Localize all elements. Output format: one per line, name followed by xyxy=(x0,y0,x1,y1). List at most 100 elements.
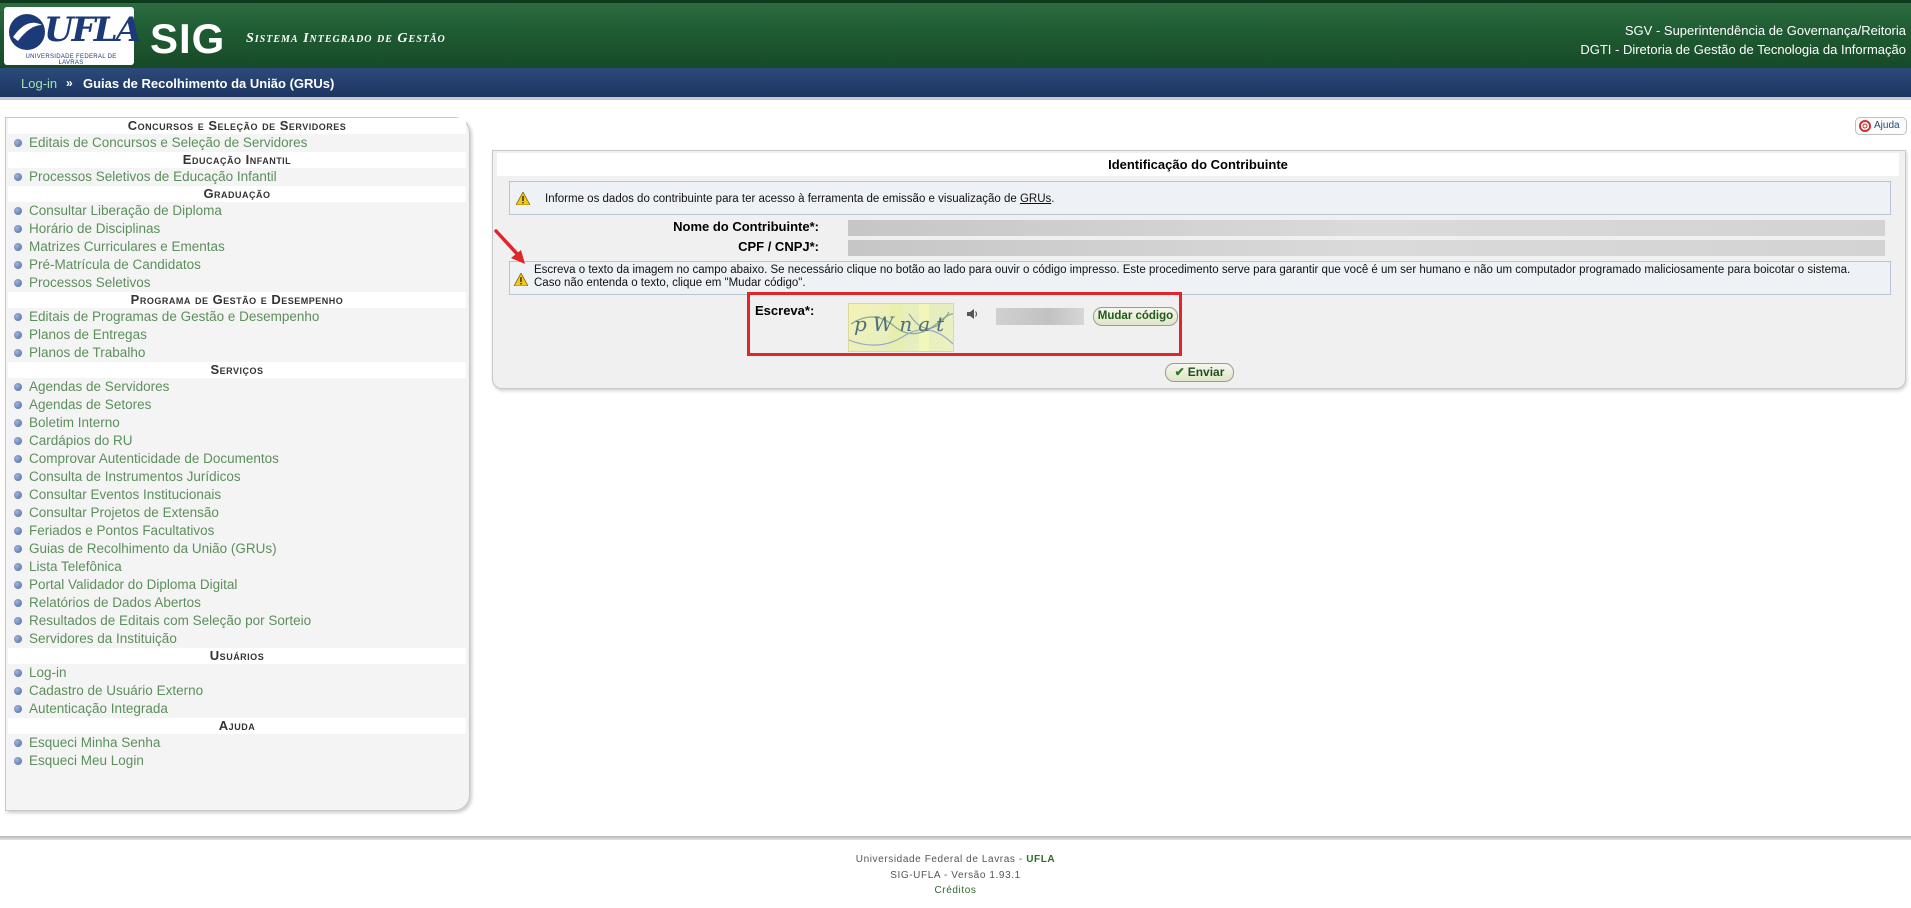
bullet-icon xyxy=(14,331,22,339)
bullet-icon xyxy=(14,617,22,625)
ufla-swirl-icon xyxy=(9,14,45,50)
sidebar-item-esqueci-senha[interactable]: Esqueci Minha Senha xyxy=(6,734,469,752)
bullet-icon xyxy=(14,225,22,233)
grus-link[interactable]: GRUs xyxy=(1020,193,1051,205)
captcha-image-text: pWnat xyxy=(854,312,951,336)
sidebar-item-feriados[interactable]: Feriados e Pontos Facultativos xyxy=(6,522,469,540)
sidebar-item-esqueci-login[interactable]: Esqueci Meu Login xyxy=(6,752,469,770)
sidebar-item-processos-educacao-infantil[interactable]: Processos Seletivos de Educação Infantil xyxy=(6,168,469,186)
bullet-icon xyxy=(14,473,22,481)
bullet-icon xyxy=(14,207,22,215)
footer: Universidade Federal de Lavras - UFLA SI… xyxy=(0,852,1911,899)
bullet-icon xyxy=(14,279,22,287)
bullet-icon xyxy=(14,739,22,747)
bullet-icon xyxy=(14,383,22,391)
sidebar-item-agendas-servidores[interactable]: Agendas de Servidores xyxy=(6,378,469,396)
sidebar-item-servidores-instituicao[interactable]: Servidores da Instituição xyxy=(6,630,469,648)
speaker-icon[interactable] xyxy=(965,307,979,321)
cpf-cnpj-input[interactable] xyxy=(848,240,1885,256)
captcha-image: pWnat xyxy=(848,303,954,352)
section-ajuda-title: Ajuda xyxy=(8,718,466,734)
sidebar-item-resultados-sorteio[interactable]: Resultados de Editais com Seleção por So… xyxy=(6,612,469,630)
bullet-icon xyxy=(14,687,22,695)
contribuinte-name-input[interactable] xyxy=(848,220,1885,236)
breadcrumb-current: Guias de Recolhimento da União (GRUs) xyxy=(83,76,335,91)
sidebar-item-eventos-institucionais[interactable]: Consultar Eventos Institucionais xyxy=(6,486,469,504)
captcha-help-line-1: Escreva o texto da imagem no campo abaix… xyxy=(534,264,1851,276)
bullet-icon xyxy=(14,509,22,517)
sidebar-item-planos-trabalho[interactable]: Planos de Trabalho xyxy=(6,344,469,362)
bullet-icon xyxy=(14,455,22,463)
footer-university: Universidade Federal de Lavras - UFLA xyxy=(855,854,1056,865)
sidebar-item-cardapios-ru[interactable]: Cardápios do RU xyxy=(6,432,469,450)
sidebar-item-projetos-extensao[interactable]: Consultar Projetos de Extensão xyxy=(6,504,469,522)
header-institution-info: SGV - Superintendência de Governança/Rei… xyxy=(1580,21,1906,59)
sidebar-menu: Concursos e Seleção de Servidores Editai… xyxy=(5,117,470,811)
submit-button-label: Enviar xyxy=(1187,365,1225,379)
bullet-icon xyxy=(14,757,22,765)
bullet-icon xyxy=(14,349,22,357)
help-button[interactable]: Ajuda xyxy=(1855,117,1907,135)
bullet-icon xyxy=(14,669,22,677)
section-concursos-title: Concursos e Seleção de Servidores xyxy=(8,118,466,134)
captcha-label: Escreva*: xyxy=(755,303,815,318)
bullet-icon xyxy=(14,401,22,409)
sidebar-item-pre-matricula[interactable]: Pré-Matrícula de Candidatos xyxy=(6,256,469,274)
form-title: Identificação do Contribuinte xyxy=(497,153,1899,176)
app-title: SIG xyxy=(150,15,226,62)
breadcrumb: Log-in » Guias de Recolhimento da União … xyxy=(0,68,1911,100)
change-code-button[interactable]: Mudar código xyxy=(1093,307,1178,326)
bullet-icon xyxy=(14,599,22,607)
sidebar-item-agendas-setores[interactable]: Agendas de Setores xyxy=(6,396,469,414)
ufla-logo[interactable]: UFLA UNIVERSIDADE FEDERAL DE LAVRAS xyxy=(4,7,142,66)
section-pgd-title: Programa de Gestão e Desempenho xyxy=(8,292,466,308)
contribuinte-form: Identificação do Contribuinte Informe os… xyxy=(492,150,1906,389)
footer-credits-link[interactable]: Créditos xyxy=(0,883,1911,899)
footer-version: SIG-UFLA - Versão 1.93.1 xyxy=(890,869,1021,881)
info-text: Informe os dados do contribuinte para te… xyxy=(545,193,1020,205)
bullet-icon xyxy=(14,261,22,269)
bullet-icon xyxy=(14,491,22,499)
sidebar-item-editais-concursos[interactable]: Editais de Concursos e Seleção de Servid… xyxy=(6,134,469,152)
bullet-icon xyxy=(14,173,22,181)
header: UFLA UNIVERSIDADE FEDERAL DE LAVRAS SIG … xyxy=(0,0,1911,68)
sidebar-item-dados-abertos[interactable]: Relatórios de Dados Abertos xyxy=(6,594,469,612)
sidebar-item-boletim-interno[interactable]: Boletim Interno xyxy=(6,414,469,432)
sidebar-item-autenticacao-integrada[interactable]: Autenticação Integrada xyxy=(6,700,469,718)
logo-subtitle: UNIVERSIDADE FEDERAL DE LAVRAS xyxy=(25,54,117,66)
info-text-end: . xyxy=(1051,193,1055,205)
bullet-icon xyxy=(14,581,22,589)
breadcrumb-separator: » xyxy=(66,76,73,90)
sidebar-item-instrumentos-juridicos[interactable]: Consulta de Instrumentos Jurídicos xyxy=(6,468,469,486)
bullet-icon xyxy=(14,437,22,445)
sidebar-item-grus[interactable]: Guias de Recolhimento da União (GRUs) xyxy=(6,540,469,558)
section-graduacao-title: Graduação xyxy=(8,186,466,202)
bullet-icon xyxy=(14,419,22,427)
header-line-1: SGV - Superintendência de Governança/Rei… xyxy=(1624,23,1906,38)
breadcrumb-login-link[interactable]: Log-in xyxy=(21,76,57,91)
sidebar-item-login[interactable]: Log-in xyxy=(6,664,469,682)
contribuinte-name-label: Nome do Contribuinte*: xyxy=(673,219,819,234)
section-usuarios-title: Usuários xyxy=(8,648,466,664)
bullet-icon xyxy=(14,563,22,571)
logo-text: UFLA xyxy=(44,10,142,50)
sidebar-item-horario-disciplinas[interactable]: Horário de Disciplinas xyxy=(6,220,469,238)
sidebar-item-planos-entregas[interactable]: Planos de Entregas xyxy=(6,326,469,344)
submit-button[interactable]: ✔ Enviar xyxy=(1165,363,1234,382)
sidebar-item-lista-telefonica[interactable]: Lista Telefônica xyxy=(6,558,469,576)
sidebar-item-validador-diploma[interactable]: Portal Validador do Diploma Digital xyxy=(6,576,469,594)
sidebar-item-liberacao-diploma[interactable]: Consultar Liberação de Diploma xyxy=(6,202,469,220)
sidebar-item-matrizes-curriculares[interactable]: Matrizes Curriculares e Ementas xyxy=(6,238,469,256)
captcha-input[interactable] xyxy=(996,308,1084,325)
sidebar-item-editais-pgd[interactable]: Editais de Programas de Gestão e Desempe… xyxy=(6,308,469,326)
sidebar-item-comprovar-autenticidade[interactable]: Comprovar Autenticidade de Documentos xyxy=(6,450,469,468)
help-button-label: Ajuda xyxy=(1874,120,1900,131)
bullet-icon xyxy=(14,139,22,147)
warning-icon xyxy=(516,192,530,205)
footer-divider xyxy=(0,836,1911,840)
bullet-icon xyxy=(14,545,22,553)
sidebar-item-cadastro-externo[interactable]: Cadastro de Usuário Externo xyxy=(6,682,469,700)
info-message: Informe os dados do contribuinte para te… xyxy=(509,181,1891,215)
sidebar-item-processos-seletivos[interactable]: Processos Seletivos xyxy=(6,274,469,292)
bullet-icon xyxy=(14,313,22,321)
